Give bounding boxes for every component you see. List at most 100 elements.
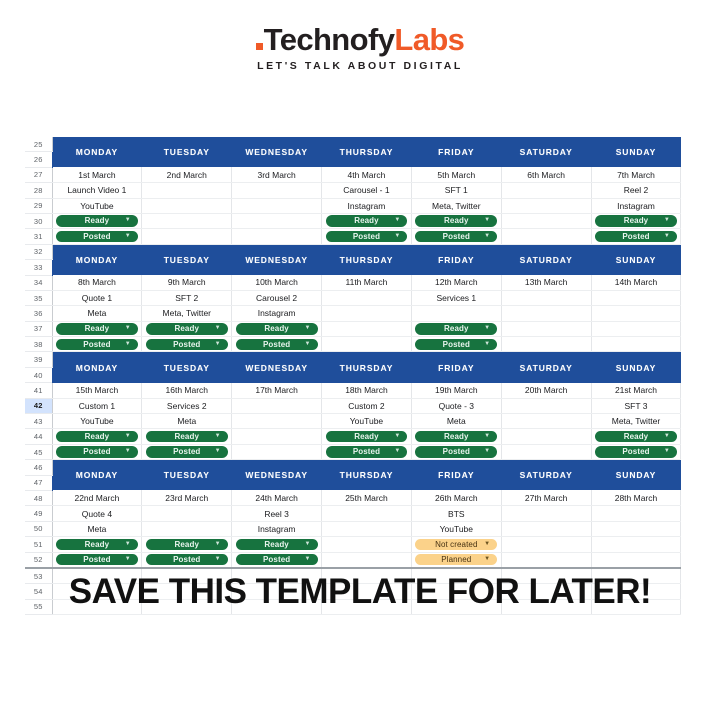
row-header-46[interactable]: 46 [25,459,53,476]
empty-cell[interactable] [321,552,412,569]
empty-cell[interactable] [591,505,682,522]
content-cell[interactable]: Meta, Twitter [411,198,502,214]
content-cell[interactable]: Custom 2 [321,398,412,415]
status-cell[interactable]: Ready ▼ [51,536,143,553]
chevron-down-icon[interactable]: ▼ [125,431,131,443]
chevron-down-icon[interactable]: ▼ [304,539,310,551]
status-chip-ready[interactable]: Ready ▼ [415,430,498,443]
row-header-30[interactable]: 30 [25,213,53,230]
chevron-down-icon[interactable]: ▼ [215,446,221,458]
status-chip-posted[interactable]: Posted ▼ [56,553,138,566]
empty-cell[interactable] [321,536,412,553]
calendar-row[interactable]: 41 15th March 16th March 17th March 18th Mar… [25,382,682,399]
calendar-row[interactable]: 27 1st March 2nd March 3rd March 4th March 5t… [25,167,682,184]
status-cell[interactable]: Posted ▼ [231,552,323,569]
date-cell[interactable]: 25th March [321,490,412,507]
content-cell[interactable]: Instagram [231,521,323,538]
row-header-34[interactable]: 34 [25,275,53,291]
empty-cell[interactable] [321,321,412,338]
content-cell[interactable]: YouTube [51,413,143,430]
status-chip-posted[interactable]: Posted ▼ [325,446,408,458]
chevron-down-icon[interactable]: ▼ [125,539,131,551]
status-cell[interactable]: Posted ▼ [51,444,143,461]
empty-cell[interactable] [141,521,233,538]
empty-cell[interactable] [501,213,592,230]
status-cell[interactable]: Ready ▼ [321,213,412,230]
chevron-down-icon[interactable]: ▼ [125,231,131,243]
content-cell[interactable]: BTS [411,505,502,522]
date-cell[interactable]: 20th March [501,382,592,399]
calendar-row[interactable]: 28 Launch Video 1 Carousel - 1 SFT 1 Reel 2 [25,182,682,199]
empty-cell[interactable] [501,536,592,553]
status-chip-posted[interactable]: Posted ▼ [145,446,228,458]
content-cell[interactable]: Meta [141,413,233,430]
status-cell[interactable]: Ready ▼ [141,428,233,445]
empty-cell[interactable] [591,336,682,353]
date-cell[interactable]: 6th March [501,167,592,184]
calendar-row[interactable]: 34 8th March 9th March 10th March 11th March… [25,275,682,291]
calendar-row[interactable]: 38 Posted ▼ Posted ▼ Posted ▼ Posted ▼ [25,336,682,353]
calendar-row[interactable]: 36 Meta Meta, Twitter Instagram [25,305,682,322]
empty-cell[interactable] [231,182,323,199]
status-cell[interactable]: Posted ▼ [321,444,412,461]
empty-cell[interactable] [231,413,323,430]
chevron-down-icon[interactable]: ▼ [125,554,131,566]
content-cell[interactable]: Meta [51,521,143,538]
status-cell[interactable]: Planned ▼ [411,552,502,569]
empty-cell[interactable] [591,321,682,338]
chevron-down-icon[interactable]: ▼ [394,215,400,227]
date-cell[interactable]: 5th March [411,167,502,184]
status-cell[interactable]: Ready ▼ [141,536,233,553]
status-cell[interactable]: Posted ▼ [321,228,412,245]
status-chip-ready[interactable]: Ready ▼ [145,430,228,443]
status-cell[interactable]: Posted ▼ [591,444,682,461]
content-cell[interactable]: Quote - 3 [411,398,502,415]
chevron-down-icon[interactable]: ▼ [484,323,490,335]
status-chip-posted[interactable]: Posted ▼ [56,338,138,351]
empty-cell[interactable] [321,521,412,538]
status-chip-posted[interactable]: Posted ▼ [415,338,498,351]
status-cell[interactable]: Ready ▼ [591,428,682,445]
row-header-35[interactable]: 35 [25,290,53,307]
content-cell[interactable]: Services 1 [411,290,502,307]
date-cell[interactable]: 9th March [141,275,233,291]
row-header-38[interactable]: 38 [25,336,53,353]
calendar-table[interactable]: 25 MONDAY TUESDAY WEDNESDAY THURSDAY FRIDAY SA… [25,137,682,616]
chevron-down-icon[interactable]: ▼ [484,446,490,458]
content-cell[interactable]: Meta [411,413,502,430]
row-header-29[interactable]: 29 [25,198,53,214]
date-cell[interactable]: 21st March [591,382,682,399]
empty-cell[interactable] [501,290,592,307]
empty-cell[interactable] [501,413,592,430]
status-chip-ready[interactable]: Ready ▼ [145,538,228,551]
calendar-row[interactable]: 44 Ready ▼ Ready ▼ Ready ▼ Ready ▼ Ready ▼ [25,428,682,445]
row-header-42[interactable]: 42 [25,398,53,415]
content-cell[interactable]: Quote 4 [51,505,143,522]
status-cell[interactable]: Ready ▼ [411,321,502,338]
empty-cell[interactable] [501,505,592,522]
status-cell[interactable]: Not created ▼ [411,536,502,553]
date-cell[interactable]: 7th March [591,167,682,184]
row-header-31[interactable]: 31 [25,228,53,245]
row-header-39[interactable]: 39 [25,351,53,368]
empty-cell[interactable] [141,505,233,522]
status-cell[interactable]: Posted ▼ [51,336,143,353]
empty-cell[interactable] [141,228,233,245]
chevron-down-icon[interactable]: ▼ [484,231,490,243]
empty-cell[interactable] [591,521,682,538]
status-chip-ready[interactable]: Ready ▼ [235,323,318,335]
status-cell[interactable]: Posted ▼ [411,228,502,245]
status-cell[interactable]: Posted ▼ [141,552,233,569]
date-cell[interactable]: 19th March [411,382,502,399]
row-header-40[interactable]: 40 [25,367,53,384]
row-header-48[interactable]: 48 [25,490,53,507]
status-chip-ready[interactable]: Ready ▼ [325,215,408,227]
status-chip-ready[interactable]: Ready ▼ [325,430,408,443]
status-cell[interactable]: Posted ▼ [231,336,323,353]
empty-cell[interactable] [321,305,412,322]
empty-cell[interactable] [321,336,412,353]
content-cell[interactable]: Custom 1 [51,398,143,415]
chevron-down-icon[interactable]: ▼ [304,323,310,335]
chevron-down-icon[interactable]: ▼ [664,431,670,443]
row-header-43[interactable]: 43 [25,413,53,430]
